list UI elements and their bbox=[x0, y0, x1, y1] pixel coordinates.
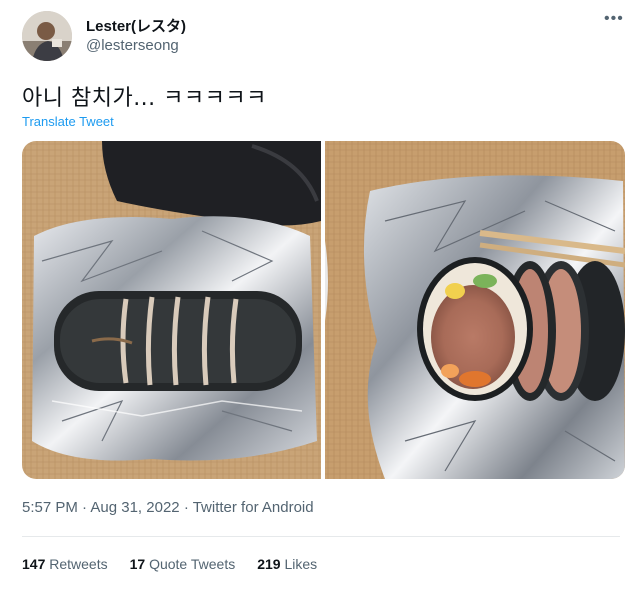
tweet-timestamp[interactable]: 5:57 PM · Aug 31, 2022 · Twitter for And… bbox=[22, 499, 314, 516]
retweets-stat[interactable]: 147 Retweets bbox=[22, 556, 108, 572]
media-photo-1[interactable] bbox=[22, 141, 321, 479]
avatar[interactable] bbox=[22, 11, 72, 61]
tweet-source[interactable]: Twitter for Android bbox=[193, 499, 314, 516]
quote-tweets-count: 17 bbox=[129, 556, 146, 572]
translate-tweet-link[interactable]: Translate Tweet bbox=[22, 114, 114, 129]
retweets-count: 147 bbox=[22, 556, 46, 572]
retweets-label: Retweets bbox=[49, 556, 108, 572]
likes-label: Likes bbox=[284, 556, 318, 572]
more-options-icon[interactable]: ••• bbox=[604, 10, 624, 28]
tweet-date[interactable]: Aug 31, 2022 bbox=[90, 499, 179, 516]
divider bbox=[22, 536, 620, 537]
display-name[interactable]: Lester(レスタ) bbox=[86, 15, 186, 36]
likes-count: 219 bbox=[257, 556, 281, 572]
tweet-time[interactable]: 5:57 PM bbox=[22, 499, 78, 516]
quote-tweets-label: Quote Tweets bbox=[149, 556, 236, 572]
quote-tweets-stat[interactable]: 17 Quote Tweets bbox=[130, 556, 236, 572]
tweet-stats: 147 Retweets 17 Quote Tweets 219 Likes bbox=[22, 556, 317, 572]
meta-separator: · bbox=[183, 499, 189, 516]
meta-separator: · bbox=[82, 499, 88, 516]
likes-stat[interactable]: 219 Likes bbox=[257, 556, 317, 572]
tweet-media bbox=[22, 141, 625, 479]
tweet-text: 아니 참치가... ㅋㅋㅋㅋㅋ bbox=[22, 86, 267, 111]
user-handle[interactable]: @lesterseong bbox=[86, 37, 179, 54]
media-photo-2[interactable] bbox=[325, 141, 625, 479]
